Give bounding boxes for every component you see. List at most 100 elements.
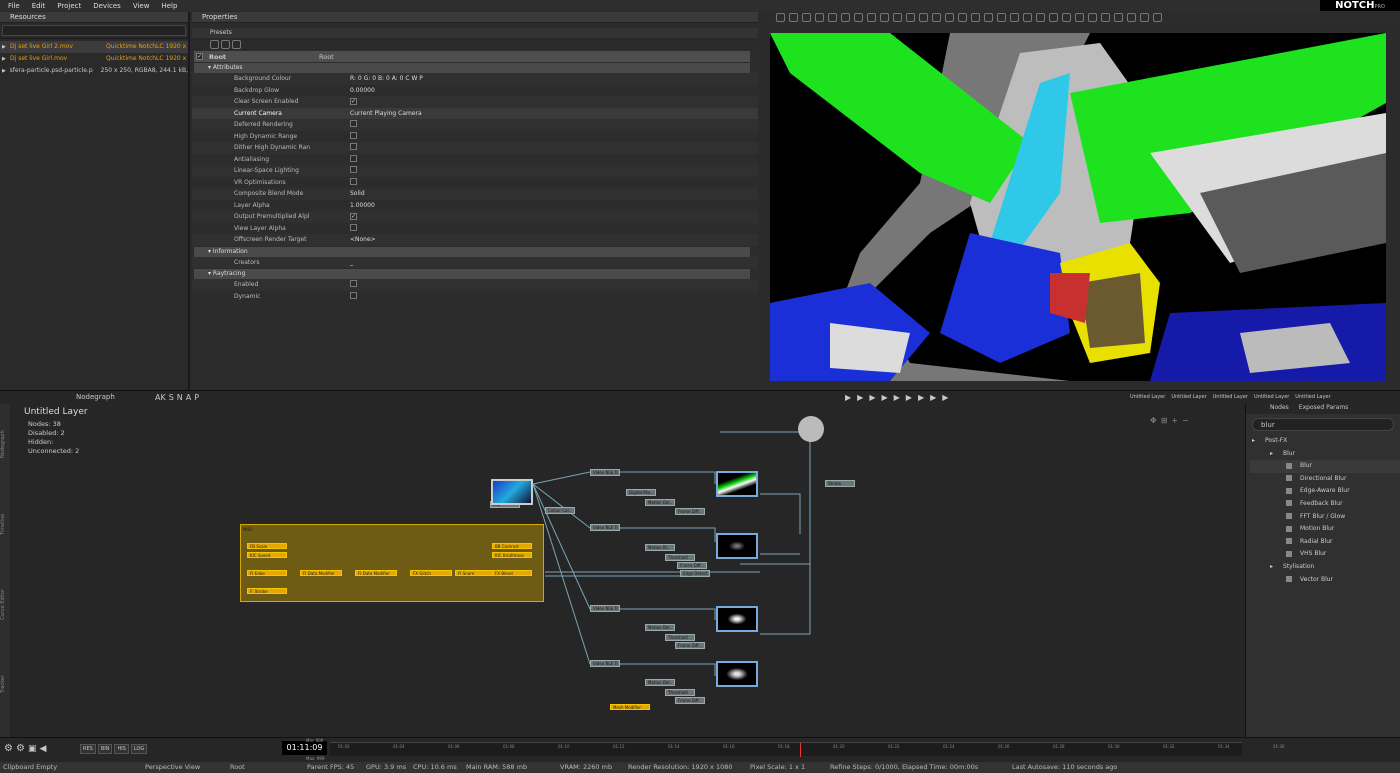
property-value[interactable] [312,280,758,289]
viewport-tool-icon[interactable] [1088,13,1097,22]
gear-plus-icon[interactable]: ⚙ [16,743,25,754]
graph-node[interactable]: Edge Detect [680,570,710,577]
property-row[interactable]: Antialiasing [192,153,758,165]
midi-node[interactable]: FI Edge [247,570,287,576]
render-viewport[interactable] [770,33,1386,381]
property-row[interactable]: Deferred Rendering [192,119,758,131]
graph-node[interactable]: Video NLE Tr.. [590,660,620,667]
viewport-tool-icon[interactable] [1023,13,1032,22]
property-value[interactable]: ✓ [312,213,758,221]
viewport-tool-icon[interactable] [1075,13,1084,22]
move-icon[interactable]: ✥ [1150,416,1157,425]
timeline-bin-button[interactable]: BIN [97,744,113,754]
midi-node[interactable]: FI Data Modifier [355,570,397,576]
tree-item[interactable]: Radial Blur [1250,536,1400,549]
nodes-panel-tab[interactable]: Nodes [1270,404,1289,414]
midi-node[interactable]: FI Data Modifier [300,570,342,576]
timecode-display[interactable]: 01:11:09 [282,741,327,755]
snap-toggle-ak[interactable]: AK [155,393,166,402]
viewport-tool-icon[interactable] [958,13,967,22]
property-value[interactable]: 1.00000 [312,202,758,209]
property-row[interactable]: Dynamic [192,290,758,302]
tree-item[interactable]: Feedback Blur [1250,498,1400,511]
property-checkbox[interactable] [350,143,357,151]
skip-start-icon[interactable]: ▶ [845,393,851,402]
expand-arrow-icon[interactable]: ▸ [1270,563,1273,570]
property-checkbox[interactable] [350,131,357,139]
viewport-tool-icon[interactable] [854,13,863,22]
property-value[interactable]: 0.00000 [312,87,758,94]
resource-item[interactable]: ▶ Dj set live Girl 2.mov Quicktime NotchLC… [0,41,188,53]
property-value[interactable]: Solid [312,190,758,197]
property-row[interactable]: Current Camera Current Playing Camera [192,107,758,119]
timeline-his-button[interactable]: HIS [114,744,129,754]
settings-icon[interactable]: ⚙ [4,743,13,754]
viewport-tool-icon[interactable] [1010,13,1019,22]
property-checkbox[interactable] [350,120,357,128]
root-checkbox[interactable]: ✓ [196,53,203,60]
gear-output-node-icon[interactable] [798,416,824,442]
tree-item[interactable]: ▸ Blur [1250,448,1400,461]
property-value[interactable]: _ [312,259,758,266]
tree-item[interactable]: Edge-Aware Blur [1250,485,1400,498]
viewport-tab[interactable]: Untitled Layer [1254,394,1289,400]
property-value[interactable] [312,154,758,164]
play-icon[interactable]: ▶ [2,65,10,77]
property-value[interactable] [312,223,758,233]
viewport-tool-icon[interactable] [1062,13,1071,22]
snap-toggle-p[interactable]: P [194,393,199,402]
property-row[interactable]: Enabled [192,279,758,291]
midi-node[interactable]: KIC Speed [247,552,287,558]
property-row[interactable]: Linear-Space Lighting [192,165,758,177]
midi-node[interactable]: KIC Brightness [492,552,532,558]
graph-node[interactable]: Threshold [665,634,695,641]
menu-item-view[interactable]: View [133,2,150,10]
output-thumbnail-2[interactable] [716,533,758,559]
property-value[interactable]: ✓ [312,98,758,106]
graph-node[interactable]: Threshold [665,554,695,561]
property-checkbox[interactable] [350,154,357,162]
viewport-tab[interactable]: Untitled Layer [1295,394,1330,400]
nodegraph-tab[interactable]: Nodegraph [76,393,115,401]
graph-node[interactable]: Digital Mix.. [626,489,656,496]
property-value[interactable]: <None> [312,236,758,243]
nodegraph-canvas[interactable]: Nodegraph Timeline Curve Editor Tracker MID… [0,404,1245,737]
play-icon[interactable]: ▶ [2,41,10,53]
viewport-tool-icon[interactable] [802,13,811,22]
playhead[interactable] [800,743,801,757]
property-value[interactable]: R: 0 G: 0 B: 0 A: 0 C W P [312,75,758,82]
property-row[interactable]: Offscreen Render Target <None> [192,234,758,246]
viewport-tool-icon[interactable] [1127,13,1136,22]
resource-item[interactable]: ▶ sfera-particle.psd-particle.p 250 x 250,… [0,65,188,77]
viewport-tool-icon[interactable] [1153,13,1162,22]
midi-node[interactable]: Mesh Modifier [610,704,650,710]
prev-key-icon[interactable]: ▶ [857,393,863,402]
property-checkbox[interactable] [350,177,357,185]
output-thumbnail-3[interactable] [716,606,758,632]
viewport-tool-icon[interactable] [1140,13,1149,22]
graph-node[interactable]: Threshold [665,689,695,696]
viewport-tool-icon[interactable] [880,13,889,22]
property-row[interactable]: Backdrop Glow 0.00000 [192,84,758,96]
midi-node[interactable]: FI Snare [455,570,495,576]
property-value[interactable] [312,291,758,301]
timeline-scrubber[interactable]: 01:02 01:04 01:06 01:08 01:10 01:12 01:14 01:16… [330,742,1285,757]
tree-item[interactable]: VHS Blur [1250,548,1400,561]
property-value[interactable] [312,131,758,141]
viewport-tool-icon[interactable] [1036,13,1045,22]
graph-node[interactable]: Motion Bl.. [645,544,675,551]
graph-node[interactable]: Frame Diff.. [675,697,705,704]
menu-item-project[interactable]: Project [57,2,81,10]
tree-item[interactable]: ▸ Post-FX [1250,435,1400,448]
root-row[interactable]: ✓ Root Root [194,51,750,62]
viewport-tool-icon[interactable] [984,13,993,22]
viewport-tab[interactable]: Untitled Layer [1130,394,1165,400]
close-icon[interactable] [232,39,241,49]
section-attributes[interactable]: ▾ Attributes [194,63,750,73]
tree-item[interactable]: Motion Blur [1250,523,1400,536]
viewport-tool-icon[interactable] [867,13,876,22]
step-back-icon[interactable]: ▶ [881,393,887,402]
menu-item-help[interactable]: Help [161,2,177,10]
timeline-res-button[interactable]: RES [80,744,96,754]
viewport-tab[interactable]: Untitled Layer [1213,394,1248,400]
